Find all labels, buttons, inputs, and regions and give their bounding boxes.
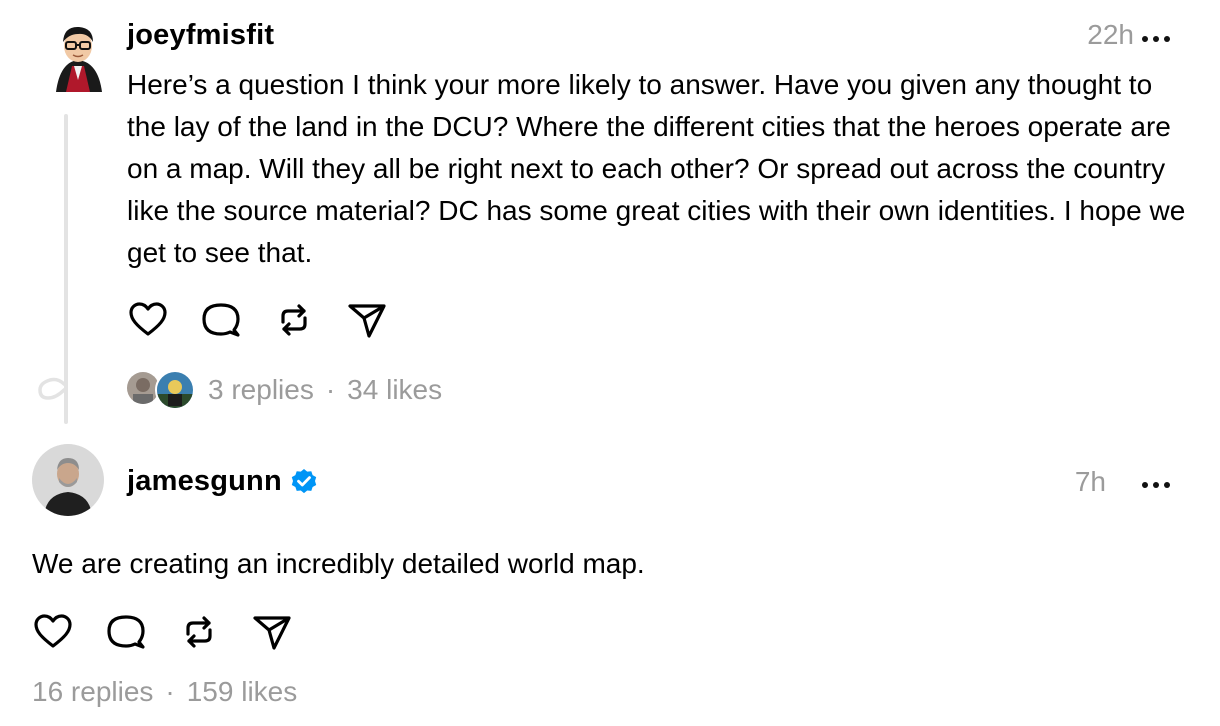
post-username-row: jamesgunn bbox=[127, 464, 318, 498]
post-actions bbox=[33, 612, 325, 652]
replies-count[interactable]: 16 replies bbox=[32, 675, 153, 709]
stats-separator: · bbox=[165, 676, 175, 707]
likes-count[interactable]: 34 likes bbox=[347, 373, 442, 407]
post-username[interactable]: jamesgunn bbox=[127, 464, 282, 498]
speech-bubble-icon[interactable] bbox=[106, 612, 146, 652]
repost-icon[interactable] bbox=[179, 612, 219, 652]
likes-count[interactable]: 159 likes bbox=[187, 675, 298, 709]
post-stats: 3 replies · 34 likes bbox=[208, 373, 442, 407]
more-horizontal-icon[interactable] bbox=[1141, 31, 1171, 42]
post-timestamp[interactable]: 7h bbox=[1075, 465, 1106, 499]
post-username[interactable]: joeyfmisfit bbox=[127, 18, 274, 52]
post-timestamp[interactable]: 22h bbox=[1087, 18, 1134, 52]
post-actions bbox=[128, 300, 420, 340]
replies-count[interactable]: 3 replies bbox=[208, 373, 314, 407]
send-icon[interactable] bbox=[347, 300, 387, 340]
send-icon[interactable] bbox=[252, 612, 292, 652]
post-text: Here’s a question I think your more like… bbox=[127, 69, 1186, 268]
verified-badge-icon bbox=[290, 467, 318, 495]
avatar-joeyfmisfit[interactable] bbox=[52, 22, 104, 94]
post-stats: 16 replies · 159 likes bbox=[32, 675, 297, 709]
heart-icon[interactable] bbox=[128, 300, 168, 340]
replier-avatar[interactable] bbox=[155, 370, 195, 410]
more-horizontal-icon[interactable] bbox=[1141, 477, 1171, 488]
stats-separator: · bbox=[325, 374, 336, 405]
post-text: We are creating an incredibly detailed w… bbox=[32, 548, 645, 579]
speech-bubble-icon[interactable] bbox=[201, 300, 241, 340]
thread-loop-icon bbox=[36, 376, 66, 402]
heart-icon[interactable] bbox=[33, 612, 73, 652]
avatar-jamesgunn[interactable] bbox=[32, 444, 104, 516]
repost-icon[interactable] bbox=[274, 300, 314, 340]
